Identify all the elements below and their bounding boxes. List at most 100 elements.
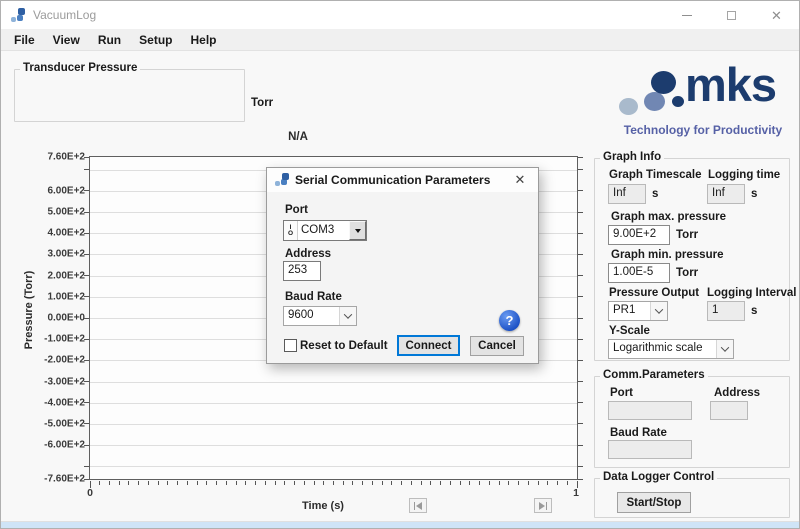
- menu-help[interactable]: Help: [181, 29, 225, 51]
- x-tick-mark: [236, 481, 237, 485]
- dialog-address-label: Address: [285, 248, 331, 260]
- x-tick-mark: [479, 481, 480, 485]
- x-tick-mark: [216, 481, 217, 485]
- logging-interval-label: Logging Interval: [707, 287, 796, 299]
- pressure-output-combo[interactable]: PR1: [608, 301, 668, 321]
- maximize-button[interactable]: [709, 1, 754, 29]
- cancel-button[interactable]: Cancel: [470, 336, 524, 356]
- y-tick-mark: [578, 212, 583, 213]
- x-tick-mark: [197, 481, 198, 485]
- y-tick-mark: [84, 402, 89, 403]
- logging-time-unit: s: [751, 188, 757, 200]
- connect-button[interactable]: Connect: [397, 335, 460, 356]
- y-tick-mark: [578, 339, 583, 340]
- graph-info-group: Graph Info Graph Timescale Logging time …: [594, 158, 790, 361]
- triangle-down-icon: [355, 229, 361, 233]
- logo-dot-medium-icon: [644, 92, 665, 111]
- x-tick-mark: [489, 481, 490, 485]
- y-tick-mark: [84, 339, 89, 340]
- y-tick-label: 6.00E+2: [47, 185, 85, 196]
- comm-baud-field: [608, 440, 692, 459]
- x-tick-mark: [547, 481, 548, 485]
- x-tick-mark: [382, 481, 383, 485]
- y-tick-mark: [578, 466, 583, 467]
- graph-max-pressure-unit: Torr: [676, 229, 698, 241]
- x-tick-mark: [343, 481, 344, 485]
- x-tick-mark: [245, 481, 246, 485]
- x-tick-mark: [333, 481, 334, 485]
- y-tick-mark: [84, 466, 89, 467]
- logo-tagline: Technology for Productivity: [615, 123, 791, 137]
- x-tick-label-1: 1: [573, 487, 579, 499]
- help-button[interactable]: ?: [499, 310, 520, 331]
- y-tick-label: 2.00E+2: [47, 270, 85, 281]
- scroll-right-button[interactable]: [534, 498, 552, 513]
- start-stop-button[interactable]: Start/Stop: [617, 492, 691, 513]
- y-tick-mark: [84, 445, 89, 446]
- menu-file[interactable]: File: [5, 29, 44, 51]
- close-button[interactable]: ✕: [754, 1, 799, 29]
- x-tick-mark: [275, 481, 276, 485]
- graph-min-pressure-field[interactable]: 1.00E-5: [608, 263, 670, 283]
- baud-combo[interactable]: 9600: [283, 306, 357, 326]
- y-scale-dropdown[interactable]: [716, 340, 733, 358]
- comm-address-label: Address: [714, 387, 760, 399]
- graph-info-label: Graph Info: [600, 151, 664, 163]
- y-tick-mark: [84, 212, 89, 213]
- baud-dropdown[interactable]: [339, 307, 356, 325]
- menu-run[interactable]: Run: [89, 29, 130, 51]
- y-scale-value: Logarithmic scale: [609, 340, 716, 358]
- menu-view[interactable]: View: [44, 29, 89, 51]
- x-tick-mark: [411, 481, 412, 485]
- title-bar: VacuumLog ✕: [1, 1, 799, 29]
- serial-comm-dialog: Serial Communication Parameters ✕ Port I…: [266, 167, 539, 364]
- dialog-close-button[interactable]: ✕: [510, 168, 530, 192]
- x-tick-mark: [567, 481, 568, 485]
- x-tick-mark: [148, 481, 149, 485]
- y-tick-label: 5.00E+2: [47, 207, 85, 218]
- dialog-title-bar[interactable]: Serial Communication Parameters ✕: [267, 168, 538, 192]
- x-tick-mark: [167, 481, 168, 485]
- y-axis-labels: 7.60E+26.00E+25.00E+24.00E+23.00E+22.00E…: [7, 157, 85, 479]
- reset-default-checkbox[interactable]: [284, 339, 297, 352]
- y-tick-mark: [84, 318, 89, 319]
- mks-logo: mks Technology for Productivity: [601, 66, 793, 141]
- scroll-left-button[interactable]: [409, 498, 427, 513]
- y-scale-combo[interactable]: Logarithmic scale: [608, 339, 734, 359]
- x-tick-mark: [499, 481, 500, 485]
- y-tick-mark: [578, 254, 583, 255]
- graph-max-pressure-label: Graph max. pressure: [611, 211, 726, 223]
- x-tick-mark: [518, 481, 519, 485]
- y-tick-label: -6.00E+2: [44, 440, 85, 451]
- x-axis-ticks: [90, 480, 577, 489]
- pressure-output-dropdown[interactable]: [650, 302, 667, 320]
- gridline: [90, 445, 577, 446]
- graph-max-pressure-field[interactable]: 9.00E+2: [608, 225, 670, 245]
- gridline: [90, 403, 577, 404]
- y-tick-mark: [578, 360, 583, 361]
- port-combo[interactable]: IO COM3: [283, 220, 367, 241]
- comm-address-field: [710, 401, 748, 420]
- transducer-unit-label: Torr: [251, 97, 273, 109]
- gridline: [90, 382, 577, 383]
- x-tick-mark: [401, 481, 402, 485]
- data-logger-label: Data Logger Control: [600, 471, 717, 483]
- graph-min-pressure-label: Graph min. pressure: [611, 249, 723, 261]
- y-tick-mark: [84, 275, 89, 276]
- y-tick-mark: [578, 190, 583, 191]
- transducer-pressure-value: [21, 78, 238, 115]
- port-dropdown[interactable]: [349, 221, 366, 240]
- minimize-button[interactable]: [664, 1, 709, 29]
- y-tick-mark: [578, 479, 583, 480]
- x-tick-mark: [323, 481, 324, 485]
- x-tick-mark: [440, 481, 441, 485]
- dialog-title: Serial Communication Parameters: [295, 168, 490, 192]
- logging-time-label: Logging time: [708, 169, 780, 181]
- address-field[interactable]: 253: [283, 261, 321, 281]
- question-mark-icon: ?: [506, 313, 514, 328]
- y-scale-label: Y-Scale: [609, 325, 650, 337]
- x-tick-mark: [158, 481, 159, 485]
- y-tick-label: -1.00E+2: [44, 334, 85, 345]
- menu-setup[interactable]: Setup: [130, 29, 181, 51]
- window-title: VacuumLog: [33, 1, 96, 29]
